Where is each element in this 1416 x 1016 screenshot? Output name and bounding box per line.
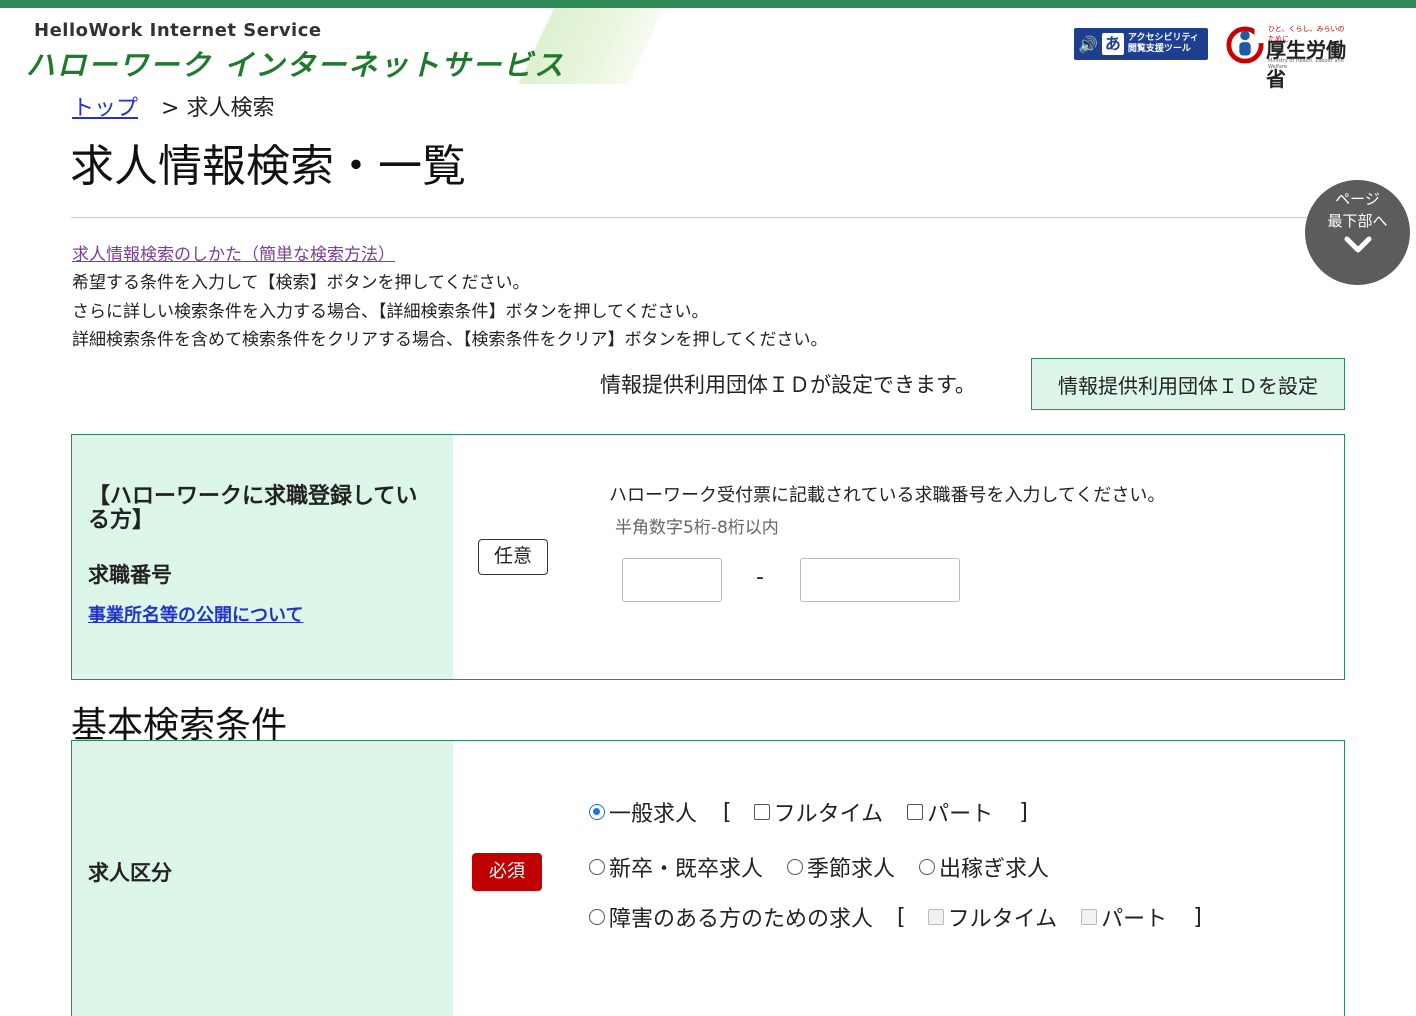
company-name-disclosure-link[interactable]: 事業所名等の公開について — [88, 601, 303, 627]
checkbox-disability-fulltime-label[interactable]: フルタイム — [948, 901, 1058, 933]
instruction-2: さらに詳しい検索条件を入力する場合、【詳細検索条件】ボタンを押してください。 — [72, 302, 709, 322]
job-type-panel: 求人区分 必須 一般求人 [ フルタイム パート ] 新卒・既卒求人 季節求人 … — [71, 740, 1345, 1016]
chevron-down-icon — [1344, 236, 1371, 253]
top-accent-bar — [0, 0, 1416, 8]
scroll-to-bottom-line1: ページ — [1335, 190, 1380, 208]
accessibility-tool-label: アクセシビリティ 閲覧支援ツール — [1127, 33, 1199, 54]
instruction-3: 詳細検索条件を含めて検索条件をクリアする場合、【検索条件をクリア】ボタンを押して… — [72, 330, 828, 350]
checkbox-general-parttime-label[interactable]: パート — [927, 796, 993, 828]
checkbox-disability-fulltime[interactable] — [927, 909, 944, 925]
job-seeker-hint: 半角数字5桁-8桁以内 — [615, 518, 779, 538]
logo-japanese[interactable]: ハローワーク インターネットサービス — [26, 42, 565, 84]
radio-new-graduate-label[interactable]: 新卒・既卒求人 — [609, 851, 763, 883]
speaker-icon: 🔊 — [1078, 34, 1098, 54]
ministry-emblem-icon — [1226, 26, 1264, 64]
checkbox-general-fulltime-label[interactable]: フルタイム — [774, 796, 884, 828]
job-seeker-number-input-1[interactable] — [622, 558, 722, 602]
radio-migrant-work-label[interactable]: 出稼ぎ求人 — [939, 851, 1049, 883]
org-id-text: 情報提供利用団体ＩＤが設定できます。 — [600, 373, 976, 397]
label-column: 【ハローワークに求職登録している方】 求職番号 事業所名等の公開について — [72, 435, 453, 679]
job-type-row-disability: 障害のある方のための求人 [ フルタイム パート ] — [589, 901, 1202, 933]
ministry-logo[interactable]: ひと、くらし、みらいのために 厚生労働省 Ministry of Health,… — [1226, 24, 1348, 91]
job-seeker-heading: 【ハローワークに求職登録している方】 — [88, 484, 418, 533]
radio-general-jobs[interactable] — [589, 804, 605, 820]
logo-english[interactable]: HelloWork Internet Service — [34, 20, 322, 41]
breadcrumb-current: 求人検索 — [186, 96, 275, 121]
accessibility-tool-button[interactable]: 🔊 あ アクセシビリティ 閲覧支援ツール — [1074, 28, 1208, 60]
label-column: 求人区分 — [72, 741, 453, 1016]
radio-disability-jobs[interactable] — [589, 909, 605, 925]
required-badge: 必須 — [472, 853, 542, 891]
instruction-1: 希望する条件を入力して【検索】ボタンを押してください。 — [72, 273, 530, 293]
number-separator: - — [756, 565, 764, 590]
job-type-label: 求人区分 — [88, 861, 172, 885]
job-type-row-other: 新卒・既卒求人 季節求人 出稼ぎ求人 — [589, 851, 1049, 883]
title-divider — [71, 217, 1345, 218]
radio-migrant-work[interactable] — [919, 859, 936, 875]
search-help-link[interactable]: 求人情報検索のしかた（簡単な検索方法） — [72, 240, 395, 265]
job-seeker-number-panel: 【ハローワークに求職登録している方】 求職番号 事業所名等の公開について 任意 … — [71, 434, 1345, 680]
radio-seasonal[interactable] — [787, 859, 804, 875]
radio-disability-jobs-label[interactable]: 障害のある方のための求人 — [609, 901, 873, 933]
breadcrumb-top-link[interactable]: トップ — [72, 96, 138, 121]
job-seeker-number-label: 求職番号 — [88, 563, 172, 587]
scroll-to-bottom-line2: 最下部へ — [1327, 212, 1388, 230]
set-org-id-button[interactable]: 情報提供利用団体ＩＤを設定 — [1031, 358, 1345, 410]
page-title: 求人情報検索・一覧 — [70, 141, 466, 192]
job-seeker-number-input-2[interactable] — [800, 558, 960, 602]
radio-new-graduate[interactable] — [589, 859, 605, 875]
checkbox-general-fulltime[interactable] — [753, 804, 770, 820]
checkbox-general-parttime[interactable] — [907, 804, 924, 820]
breadcrumb-separator: > — [161, 96, 180, 121]
radio-general-jobs-label[interactable]: 一般求人 — [609, 796, 697, 828]
checkbox-disability-parttime[interactable] — [1081, 909, 1098, 925]
optional-badge: 任意 — [478, 539, 548, 575]
radio-seasonal-label[interactable]: 季節求人 — [807, 851, 895, 883]
scroll-to-bottom-button[interactable]: ページ 最下部へ — [1305, 180, 1410, 285]
job-type-row-general: 一般求人 [ フルタイム パート ] — [589, 796, 1028, 828]
breadcrumb: トップ > 求人検索 — [72, 90, 274, 122]
site-header: HelloWork Internet Service ハローワーク インターネッ… — [0, 8, 1416, 91]
checkbox-disability-parttime-label[interactable]: パート — [1101, 901, 1167, 933]
job-seeker-description: ハローワーク受付票に記載されている求職番号を入力してください。 — [609, 485, 1166, 506]
hiragana-a-icon: あ — [1101, 33, 1124, 55]
